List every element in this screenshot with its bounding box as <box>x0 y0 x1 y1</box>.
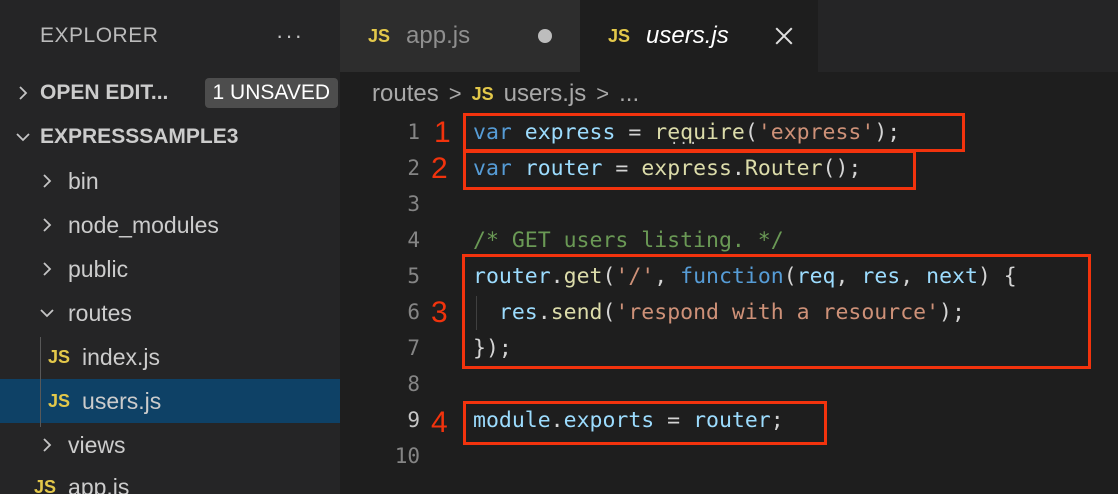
code-line: 1 var express = require('express'); <box>340 114 1118 150</box>
code-text: }); <box>473 335 512 361</box>
indent-guide <box>476 296 477 330</box>
code-text: /* GET users listing. */ <box>473 227 784 253</box>
breadcrumb-folder[interactable]: routes <box>372 80 439 108</box>
tree-item-index-js[interactable]: JS index.js <box>0 335 340 379</box>
chevron-down-icon <box>12 126 34 148</box>
editor-area: JS app.js JS users.js ··· routes > JS us… <box>340 0 1118 494</box>
project-folder-label: EXPRESSSAMPLE3 <box>40 125 239 148</box>
project-folder-section[interactable]: EXPRESSSAMPLE3 <box>0 115 340 159</box>
tree-item-label: routes <box>68 299 132 326</box>
unsaved-dot-icon[interactable] <box>538 29 552 43</box>
tree-item-label: users.js <box>82 387 162 414</box>
chevron-right-icon: > <box>448 81 462 106</box>
tree-item-label: public <box>68 255 129 282</box>
line-number: 3 <box>407 192 420 216</box>
js-file-icon: JS <box>368 25 391 46</box>
line-number: 9 <box>407 408 420 432</box>
tree-item-label: app.js <box>68 473 130 494</box>
code-line: 7 }); <box>340 330 1118 366</box>
tab-label: users.js <box>646 22 729 49</box>
tree-item-label: bin <box>68 167 99 194</box>
js-file-icon: JS <box>608 25 631 46</box>
explorer-sidebar: EXPLORER ··· OPEN EDIT... 1 UNSAVED EXPR… <box>0 0 340 494</box>
code-line: 5 router.get('/', function(req, res, nex… <box>340 258 1118 294</box>
line-number: 1 <box>407 120 420 144</box>
line-number: 2 <box>407 156 420 180</box>
tab-app-js[interactable]: JS app.js <box>340 0 580 72</box>
chevron-right-icon <box>36 258 58 280</box>
tree-item-bin[interactable]: bin <box>0 159 340 203</box>
code-line: 4 /* GET users listing. */ <box>340 222 1118 258</box>
code-text: var router = express.Router(); <box>473 155 862 181</box>
code-text: var express = require('express'); <box>473 119 901 145</box>
tree-item-label: views <box>68 431 126 458</box>
code-line: 10 <box>340 438 1118 474</box>
line-number: 8 <box>407 372 420 396</box>
js-file-icon: JS <box>34 476 57 494</box>
code-line: 9 module.exports = router; <box>340 402 1118 438</box>
tab-users-js[interactable]: JS users.js <box>580 0 818 72</box>
line-number: 10 <box>394 444 420 468</box>
open-editors-label: OPEN EDIT... <box>40 81 169 104</box>
code-line: 3 <box>340 186 1118 222</box>
annotation-number: 3 <box>431 296 448 329</box>
unsaved-badge: 1 UNSAVED <box>204 78 338 108</box>
code-line: 8 <box>340 366 1118 402</box>
annotation-number: 4 <box>431 406 448 439</box>
code-text: router.get('/', function(req, res, next)… <box>473 263 1017 289</box>
js-file-icon: JS <box>471 83 494 104</box>
code-line: 6 res.send('respond with a resource'); <box>340 294 1118 330</box>
line-number: 6 <box>407 300 420 324</box>
tree-item-app-js[interactable]: JS app.js <box>0 465 340 494</box>
tab-label: app.js <box>406 22 471 49</box>
js-file-icon: JS <box>48 390 71 411</box>
tree-item-node-modules[interactable]: node_modules <box>0 203 340 247</box>
tree-item-public[interactable]: public <box>0 247 340 291</box>
js-file-icon: JS <box>48 346 71 367</box>
breadcrumb-symbol[interactable]: ... <box>619 80 639 108</box>
chevron-right-icon: > <box>596 81 610 106</box>
breadcrumb: routes > JS users.js > ... <box>340 72 1118 116</box>
tree-item-label: node_modules <box>68 211 219 238</box>
tree-item-label: index.js <box>82 343 161 370</box>
code-text: res.send('respond with a resource'); <box>498 299 965 325</box>
line-number: 4 <box>407 228 420 252</box>
chevron-right-icon <box>36 170 58 192</box>
chevron-right-icon <box>12 82 34 104</box>
code-line: 2 var router = express.Router(); <box>340 150 1118 186</box>
more-actions-icon[interactable]: ··· <box>276 23 304 49</box>
tree-item-routes[interactable]: routes <box>0 291 340 335</box>
code-text: module.exports = router; <box>473 407 784 433</box>
tree-indent-guide <box>40 337 41 427</box>
explorer-title: EXPLORER <box>40 24 159 47</box>
open-editors-section[interactable]: OPEN EDIT... 1 UNSAVED <box>0 71 340 115</box>
annotation-number: 1 <box>434 116 451 149</box>
close-icon[interactable] <box>774 26 794 46</box>
chevron-down-icon <box>36 302 58 324</box>
annotation-number: 2 <box>431 152 448 185</box>
tree-item-users-js[interactable]: JS users.js <box>0 379 340 423</box>
breadcrumb-file[interactable]: users.js <box>504 80 587 108</box>
tab-bar: JS app.js JS users.js <box>340 0 1118 72</box>
line-number: 7 <box>407 336 420 360</box>
explorer-header: EXPLORER ··· <box>0 0 340 72</box>
tree-item-views[interactable]: views <box>0 423 340 467</box>
line-number: 5 <box>407 264 420 288</box>
chevron-right-icon <box>36 214 58 236</box>
chevron-right-icon <box>36 434 58 456</box>
